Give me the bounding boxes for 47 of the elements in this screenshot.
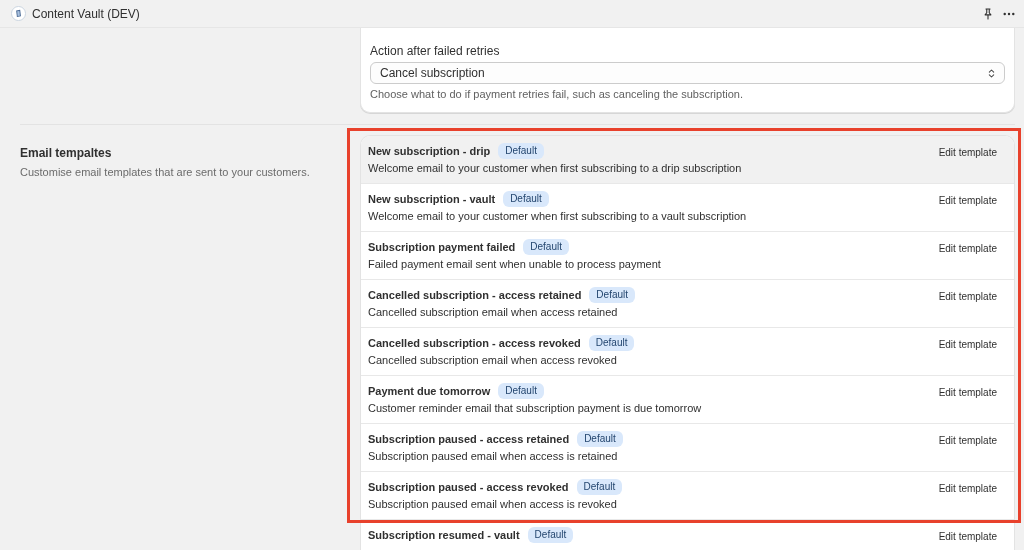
- template-description: Customer reminder email that subscription payment is due tomorrow: [368, 401, 702, 416]
- edit-template-button[interactable]: Edit template: [938, 482, 997, 495]
- status-badge: Default: [527, 527, 574, 543]
- status-badge: Default: [498, 143, 544, 159]
- status-badge: Default: [498, 383, 544, 399]
- more-icon: [1003, 11, 1015, 16]
- template-title: New subscription - vault: [368, 193, 496, 205]
- pin-icon: [983, 7, 993, 20]
- template-title: Payment due tomorrow: [368, 385, 491, 397]
- edit-template-button[interactable]: Edit template: [938, 146, 997, 159]
- template-title: New subscription - drip: [368, 145, 491, 157]
- template-title: Subscription paused - access retained: [368, 433, 570, 445]
- help-text: Choose what to do if payment retries fail, such as canceling the subscription.: [370, 88, 744, 101]
- status-badge: Default: [503, 191, 549, 207]
- edit-template-button[interactable]: Edit template: [938, 194, 997, 207]
- app-logo-icon: [11, 6, 26, 21]
- template-title: Cancelled subscription - access retained: [368, 289, 582, 301]
- select-value: Cancel subscription: [380, 66, 485, 80]
- template-description: Welcome email to your customer when first subscribing to a vault subscription: [368, 209, 747, 224]
- template-description: Welcome email to your customer when first subscribing to a drip subscription: [368, 161, 742, 176]
- template-title: Subscription paused - access revoked: [368, 481, 569, 493]
- template-description: Cancelled subscription email when access retained: [368, 305, 619, 320]
- template-description: Cancelled subscription email when access revoked: [368, 353, 618, 368]
- status-badge: Default: [589, 287, 636, 303]
- status-badge: Default: [523, 239, 569, 255]
- template-title: Subscription payment failed: [368, 241, 516, 253]
- status-badge: Default: [576, 479, 623, 495]
- field-label: Action after failed retries: [370, 44, 501, 58]
- section-title: Email tempaltes: [20, 146, 113, 160]
- app-title: Content Vault (DEV): [32, 6, 140, 21]
- edit-template-button[interactable]: Edit template: [938, 338, 997, 351]
- template-description: Subscription paused email when access is retained: [368, 449, 619, 464]
- edit-template-button[interactable]: Edit template: [938, 434, 997, 447]
- section-description: Customise email templates that are sent to your customers.: [20, 166, 311, 179]
- template-description: Subscription paused email when access is revoked: [368, 497, 618, 512]
- edit-template-button[interactable]: Edit template: [938, 530, 997, 543]
- template-description: Failed payment email sent when unable to process payment: [368, 257, 661, 272]
- template-title: Subscription resumed - vault: [368, 529, 520, 541]
- edit-template-button[interactable]: Edit template: [938, 242, 997, 255]
- template-title: Cancelled subscription - access revoked: [368, 337, 581, 349]
- template-row[interactable]: New subscription - drip Default Welcome email to your customer when first subscribing to a drip subscription Edit template: [361, 136, 1014, 184]
- select-field[interactable]: Cancel subscription: [370, 62, 1005, 84]
- status-badge: Default: [588, 335, 635, 351]
- up-down-chevron-icon: [988, 67, 995, 79]
- edit-template-button[interactable]: Edit template: [938, 290, 997, 303]
- status-badge: Default: [577, 431, 623, 447]
- edit-template-button[interactable]: Edit template: [938, 386, 997, 399]
